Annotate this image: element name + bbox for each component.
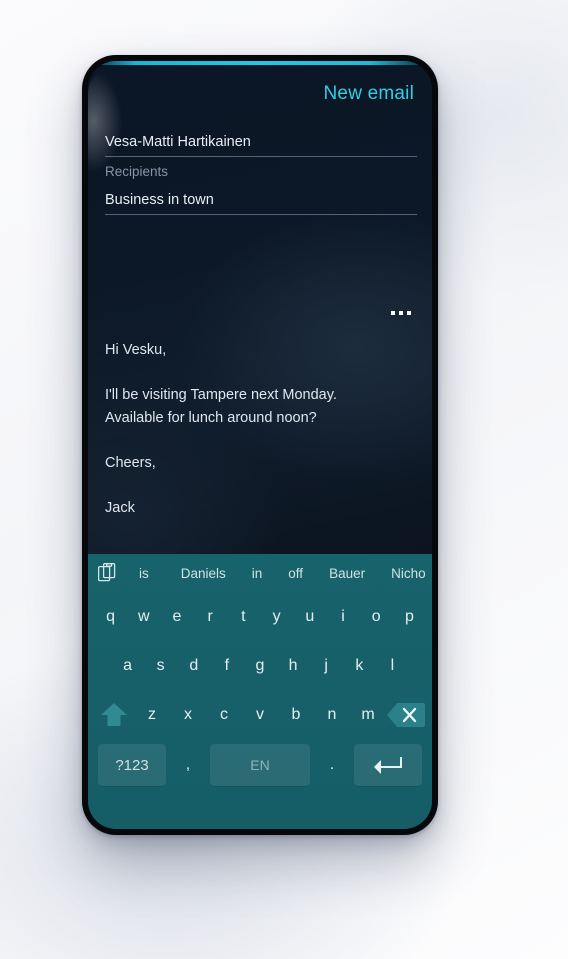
scene: New email Vesa-Matti Hartikainen Recipie…: [0, 0, 568, 959]
key-x[interactable]: x: [170, 690, 206, 739]
key-l[interactable]: l: [376, 641, 409, 690]
key-g[interactable]: g: [243, 641, 276, 690]
compose-fields: Vesa-Matti Hartikainen Recipients Busine…: [105, 128, 417, 215]
key-u[interactable]: u: [293, 592, 326, 641]
key-q[interactable]: q: [94, 592, 127, 641]
key-e[interactable]: e: [160, 592, 193, 641]
comma-key[interactable]: ,: [168, 744, 208, 786]
suggestion-word[interactable]: is: [139, 566, 149, 581]
subject-field[interactable]: Business in town: [105, 186, 417, 215]
key-p[interactable]: p: [393, 592, 426, 641]
recipients-input[interactable]: Recipients: [105, 157, 417, 186]
enter-arrow-icon: [374, 757, 402, 774]
suggestion-word[interactable]: Bauer: [329, 566, 365, 581]
subject-value: Business in town: [105, 192, 214, 208]
key-r[interactable]: r: [194, 592, 227, 641]
key-o[interactable]: o: [360, 592, 393, 641]
virtual-keyboard: is Daniels in off Bauer Nicho q w e r t …: [88, 554, 432, 829]
period-key[interactable]: .: [312, 744, 352, 786]
suggestion-word[interactable]: off: [288, 566, 303, 581]
shift-arrow-icon: [101, 702, 127, 726]
key-f[interactable]: f: [210, 641, 243, 690]
email-body[interactable]: Hi Vesku, I'll be visiting Tampere next …: [105, 339, 414, 520]
key-h[interactable]: h: [277, 641, 310, 690]
compose-screen: New email Vesa-Matti Hartikainen Recipie…: [88, 61, 432, 554]
suggestion-bar: is Daniels in off Bauer Nicho: [88, 554, 432, 592]
key-z[interactable]: z: [134, 690, 170, 739]
keyboard-row-4: ?123 , EN .: [88, 739, 432, 791]
body-paragraph: Cheers,: [105, 455, 156, 471]
dot: [399, 311, 403, 315]
key-c[interactable]: c: [206, 690, 242, 739]
space-key[interactable]: EN: [210, 744, 310, 786]
suggestion-word[interactable]: in: [252, 566, 263, 581]
key-b[interactable]: b: [278, 690, 314, 739]
backspace-icon: [387, 702, 425, 727]
suggestion-word[interactable]: Nicho: [391, 566, 426, 581]
key-s[interactable]: s: [144, 641, 177, 690]
dot: [391, 311, 395, 315]
phone-screen: New email Vesa-Matti Hartikainen Recipie…: [88, 61, 432, 829]
key-t[interactable]: t: [227, 592, 260, 641]
key-j[interactable]: j: [310, 641, 343, 690]
clipboard-icon[interactable]: [98, 562, 117, 584]
field-divider: [105, 214, 417, 215]
key-v[interactable]: v: [242, 690, 278, 739]
key-n[interactable]: n: [314, 690, 350, 739]
backspace-key[interactable]: [386, 700, 426, 730]
key-w[interactable]: w: [127, 592, 160, 641]
recipient-field[interactable]: Vesa-Matti Hartikainen: [105, 128, 417, 157]
recipients-placeholder: Recipients: [105, 164, 169, 179]
keyboard-row-2: a s d f g h j k l: [88, 641, 432, 690]
symbols-key[interactable]: ?123: [98, 744, 166, 786]
body-paragraph: Hi Vesku,: [105, 342, 167, 358]
keyboard-row-1: q w e r t y u i o p: [88, 592, 432, 641]
recipient-value: Vesa-Matti Hartikainen: [105, 134, 251, 150]
keyboard-row-3: z x c v b n m: [88, 690, 432, 739]
key-k[interactable]: k: [343, 641, 376, 690]
key-d[interactable]: d: [177, 641, 210, 690]
shift-key[interactable]: [94, 695, 134, 735]
accent-bar: [88, 61, 432, 65]
key-a[interactable]: a: [111, 641, 144, 690]
key-m[interactable]: m: [350, 690, 386, 739]
dot: [407, 311, 411, 315]
enter-key[interactable]: [354, 744, 422, 786]
key-y[interactable]: y: [260, 592, 293, 641]
suggestion-word[interactable]: Daniels: [181, 566, 226, 581]
page-title: New email: [323, 83, 414, 104]
key-i[interactable]: i: [326, 592, 359, 641]
more-horizontal-icon[interactable]: [391, 311, 411, 315]
phone-device: New email Vesa-Matti Hartikainen Recipie…: [82, 55, 438, 835]
body-paragraph: Jack: [105, 500, 135, 516]
body-paragraph: I'll be visiting Tampere next Monday. Av…: [105, 387, 337, 426]
